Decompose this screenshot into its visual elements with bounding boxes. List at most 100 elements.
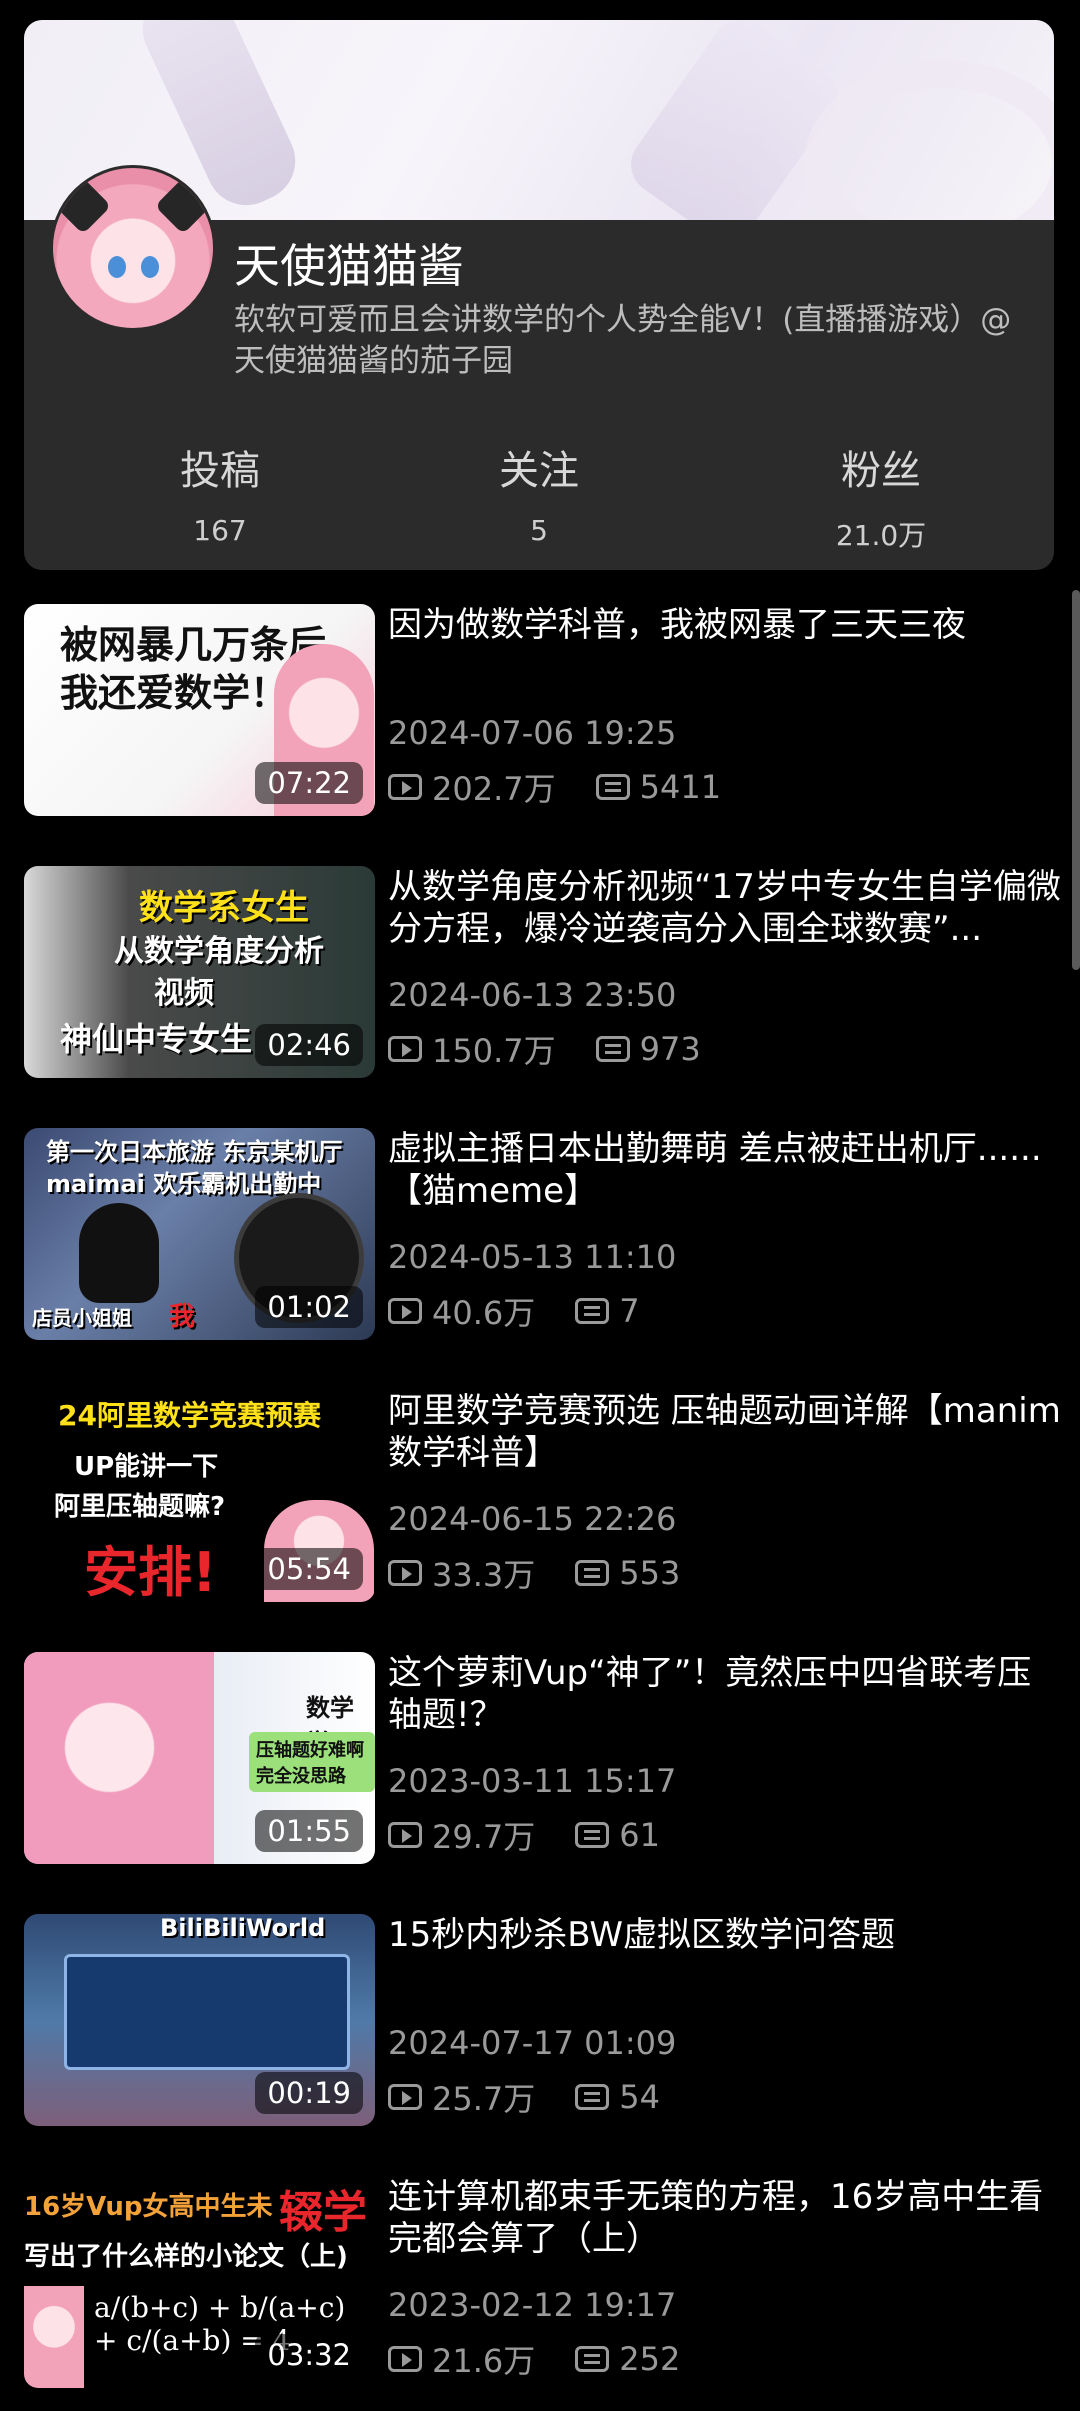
- play-icon: [388, 2346, 422, 2372]
- video-item[interactable]: 数学系女生 从数学角度分析 视频 神仙中专女生 02:46 从数学角度分析视频“…: [24, 866, 1064, 1078]
- video-thumbnail[interactable]: 第一次日本旅游 东京某机厅 maimai 欢乐霸机出勤中 店员小姐姐 我 01:…: [24, 1128, 375, 1340]
- video-duration: 01:55: [255, 1810, 363, 1852]
- video-duration: 05:54: [255, 1548, 363, 1590]
- video-title: 这个萝莉Vup“神了”！竟然压中四省联考压轴题!？: [388, 1653, 1032, 1735]
- stat-following[interactable]: 关注 5: [409, 438, 669, 547]
- comment-count: 7: [619, 1292, 640, 1330]
- thumbnail-text: maimai 欢乐霸机出勤中: [46, 1170, 322, 1198]
- comment-icon: [575, 1560, 610, 1586]
- video-stats: 21.6万 252: [388, 2336, 680, 2382]
- video-item[interactable]: BiliBiliWorld 00:19 15秒内秒杀BW虚拟区数学问答题 202…: [24, 1914, 1064, 2126]
- video-duration: 01:02: [255, 1286, 363, 1328]
- video-date: 2024-06-13 23:50: [388, 976, 677, 1014]
- view-count: 150.7万: [432, 1032, 556, 1070]
- video-date: 2024-07-06 19:25: [388, 714, 677, 752]
- comment-icon: [595, 774, 630, 800]
- video-duration: 02:46: [255, 1024, 363, 1066]
- view-count: 33.3万: [432, 1556, 536, 1594]
- stat-label: 投稿: [180, 448, 260, 494]
- video-title: 阿里数学竞赛预选 压轴题动画详解【manim数学科普】: [388, 1391, 1061, 1473]
- thumbnail-text: 辍学: [279, 2187, 367, 2238]
- video-title: 虚拟主播日本出勤舞萌 差点被赶出机厅......【猫meme】: [388, 1129, 1042, 1211]
- stat-value: 5: [530, 514, 548, 547]
- comment-icon: [575, 1298, 610, 1324]
- stat-fans[interactable]: 粉丝 21.0万: [751, 438, 1011, 554]
- comment-count: 252: [619, 2340, 681, 2378]
- stat-label: 关注: [499, 448, 579, 494]
- comment-icon: [575, 2346, 610, 2372]
- video-item[interactable]: 数学学 压轴题好难啊 完全没思路 01:55 这个萝莉Vup“神了”！竟然压中四…: [24, 1652, 1064, 1864]
- video-item[interactable]: 第一次日本旅游 东京某机厅 maimai 欢乐霸机出勤中 店员小姐姐 我 01:…: [24, 1128, 1064, 1340]
- thumbnail-text: 视频: [154, 976, 214, 1011]
- comment-count: 973: [639, 1030, 701, 1068]
- video-duration: 00:19: [255, 2072, 363, 2114]
- profile-card: 天使猫猫酱 软软可爱而且会讲数学的个人势全能V！(直播播游戏）@天使猫猫酱的茄子…: [24, 20, 1054, 570]
- profile-bio: 软软可爱而且会讲数学的个人势全能V！(直播播游戏）@天使猫猫酱的茄子园: [234, 302, 1012, 379]
- stat-value: 167: [193, 514, 247, 547]
- view-count: 29.7万: [432, 1818, 536, 1856]
- profile-name: 天使猫猫酱: [234, 239, 464, 293]
- video-thumbnail[interactable]: 被网暴几万条后 我还爱数学！ 07:22: [24, 604, 375, 816]
- thumbnail-text: BiliBiliWorld: [160, 1914, 326, 1942]
- thumbnail-text: 写出了什么样的小论文（上): [24, 2242, 348, 2272]
- play-icon: [388, 1822, 422, 1848]
- view-count: 25.7万: [432, 2080, 536, 2118]
- play-icon: [388, 1036, 422, 1062]
- thumbnail-text: 店员小姐姐: [32, 1306, 132, 1330]
- video-date: 2024-06-15 22:26: [388, 1500, 677, 1538]
- video-title: 15秒内秒杀BW虚拟区数学问答题: [388, 1915, 895, 1955]
- video-title: 从数学角度分析视频“17岁中专女生自学偏微分方程，爆冷逆袭高分入围全球数赛”..…: [388, 867, 1061, 949]
- video-date: 2023-03-11 15:17: [388, 1762, 677, 1800]
- comment-count: 553: [619, 1554, 681, 1592]
- scrollbar[interactable]: [1072, 590, 1080, 970]
- view-count: 202.7万: [432, 770, 556, 808]
- play-icon: [388, 1560, 422, 1586]
- video-title: 因为做数学科普，我被网暴了三天三夜: [388, 605, 966, 645]
- stat-value: 21.0万: [835, 519, 927, 552]
- comment-count: 61: [619, 1816, 660, 1854]
- video-stats: 150.7万 973: [388, 1026, 701, 1072]
- view-count: 21.6万: [432, 2342, 536, 2380]
- comment-icon: [575, 1822, 610, 1848]
- comment-count: 54: [619, 2078, 660, 2116]
- video-stats: 40.6万 7: [388, 1288, 640, 1334]
- thumbnail-text: UP能讲一下: [74, 1452, 219, 1482]
- video-title: 连计算机都束手无策的方程，16岁高中生看完都会算了（上）: [388, 2177, 1044, 2259]
- thumbnail-text: 16岁Vup女高中生未: [24, 2192, 273, 2222]
- video-date: 2024-07-17 01:09: [388, 2024, 677, 2062]
- thumbnail-text: 数学系女生: [139, 888, 309, 928]
- play-icon: [388, 2084, 422, 2110]
- video-thumbnail[interactable]: 数学学 压轴题好难啊 完全没思路 01:55: [24, 1652, 375, 1864]
- thumbnail-text: 24阿里数学竞赛预赛: [58, 1399, 321, 1432]
- thumbnail-text: 安排!: [84, 1541, 217, 1602]
- video-item[interactable]: 被网暴几万条后 我还爱数学！ 07:22 因为做数学科普，我被网暴了三天三夜 2…: [24, 604, 1064, 816]
- play-icon: [388, 774, 422, 800]
- stat-label: 粉丝: [841, 448, 921, 494]
- thumbnail-text: 神仙中专女生: [60, 1020, 253, 1058]
- video-thumbnail[interactable]: BiliBiliWorld 00:19: [24, 1914, 375, 2126]
- stat-posts[interactable]: 投稿 167: [90, 438, 350, 547]
- video-date: 2023-02-12 19:17: [388, 2286, 677, 2324]
- video-stats: 202.7万 5411: [388, 764, 721, 810]
- thumbnail-text: 我还爱数学！: [60, 671, 289, 715]
- video-stats: 25.7万 54: [388, 2074, 660, 2120]
- thumbnail-text: 第一次日本旅游 东京某机厅: [46, 1138, 343, 1166]
- thumbnail-text: 阿里压轴题嘛?: [54, 1492, 226, 1522]
- thumbnail-text: 压轴题好难啊: [256, 1740, 364, 1761]
- video-thumbnail[interactable]: 24阿里数学竞赛预赛 UP能讲一下 阿里压轴题嘛? 安排! 05:54: [24, 1390, 375, 1602]
- video-item[interactable]: 16岁Vup女高中生未 辍学 写出了什么样的小论文（上) a/(b+c) + b…: [24, 2176, 1064, 2388]
- video-stats: 29.7万 61: [388, 1812, 660, 1858]
- comment-icon: [575, 2084, 610, 2110]
- avatar[interactable]: [50, 165, 216, 331]
- video-date: 2024-05-13 11:10: [388, 1238, 677, 1276]
- thumbnail-text: 从数学角度分析: [114, 934, 324, 969]
- video-duration: 07:22: [255, 762, 363, 804]
- video-thumbnail[interactable]: 16岁Vup女高中生未 辍学 写出了什么样的小论文（上) a/(b+c) + b…: [24, 2176, 375, 2388]
- video-duration: 03:32: [255, 2334, 363, 2376]
- comment-icon: [595, 1036, 630, 1062]
- video-stats: 33.3万 553: [388, 1550, 680, 1596]
- video-thumbnail[interactable]: 数学系女生 从数学角度分析 视频 神仙中专女生 02:46: [24, 866, 375, 1078]
- thumbnail-text: 完全没思路: [256, 1766, 346, 1787]
- video-item[interactable]: 24阿里数学竞赛预赛 UP能讲一下 阿里压轴题嘛? 安排! 05:54 阿里数学…: [24, 1390, 1064, 1602]
- thumbnail-text: 我: [169, 1302, 196, 1332]
